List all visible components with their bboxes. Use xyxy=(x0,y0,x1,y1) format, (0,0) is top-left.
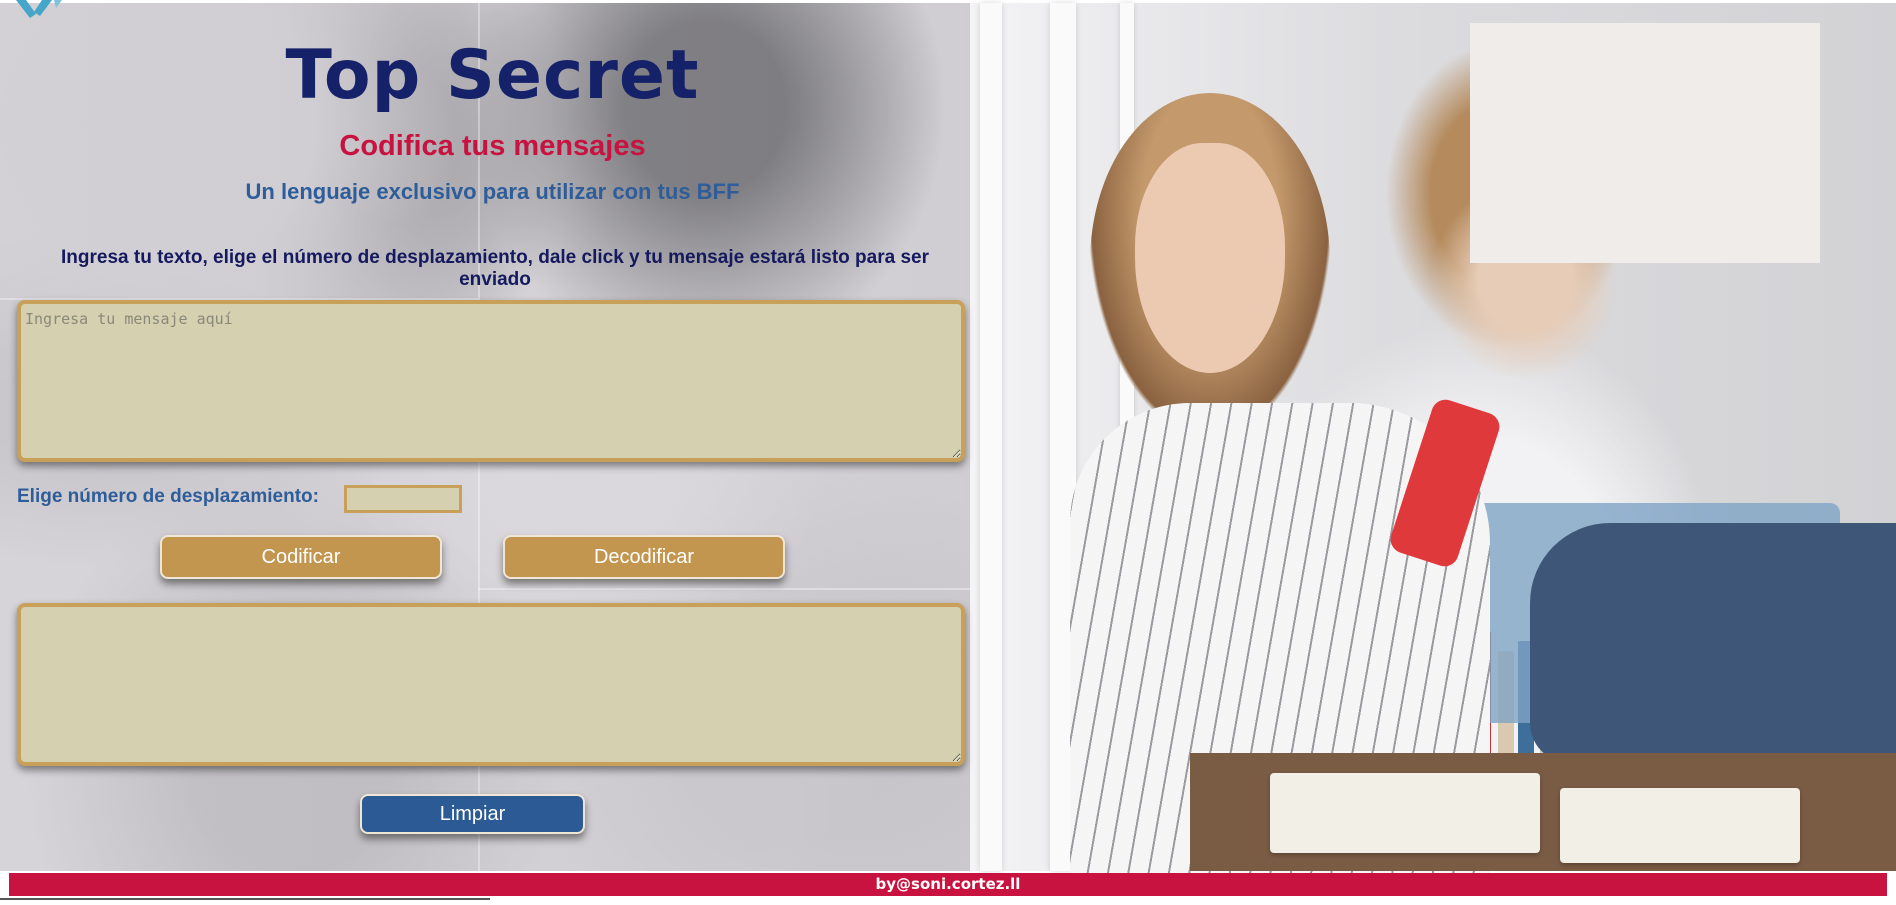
page-tagline: Un lenguaje exclusivo para utilizar con … xyxy=(245,179,740,204)
decode-button[interactable]: Decodificar xyxy=(503,535,785,579)
bottom-strip xyxy=(0,896,1896,905)
logo-icon xyxy=(16,0,62,18)
message-input[interactable] xyxy=(17,300,965,462)
page-subtitle: Codifica tus mensajes xyxy=(339,130,646,162)
shift-input[interactable] xyxy=(344,485,462,513)
instructions-text: Ingresa tu texto, elige el número de des… xyxy=(61,247,929,290)
background-right-photo xyxy=(970,3,1896,873)
footer-credit: by@soni.cortez.ll xyxy=(9,873,1887,896)
page-title: Top Secret xyxy=(285,36,700,115)
encode-button[interactable]: Codificar xyxy=(160,535,442,579)
result-output[interactable] xyxy=(17,603,965,766)
shift-label: Elige número de desplazamiento: xyxy=(17,486,319,507)
clear-button[interactable]: Limpiar xyxy=(360,794,585,834)
